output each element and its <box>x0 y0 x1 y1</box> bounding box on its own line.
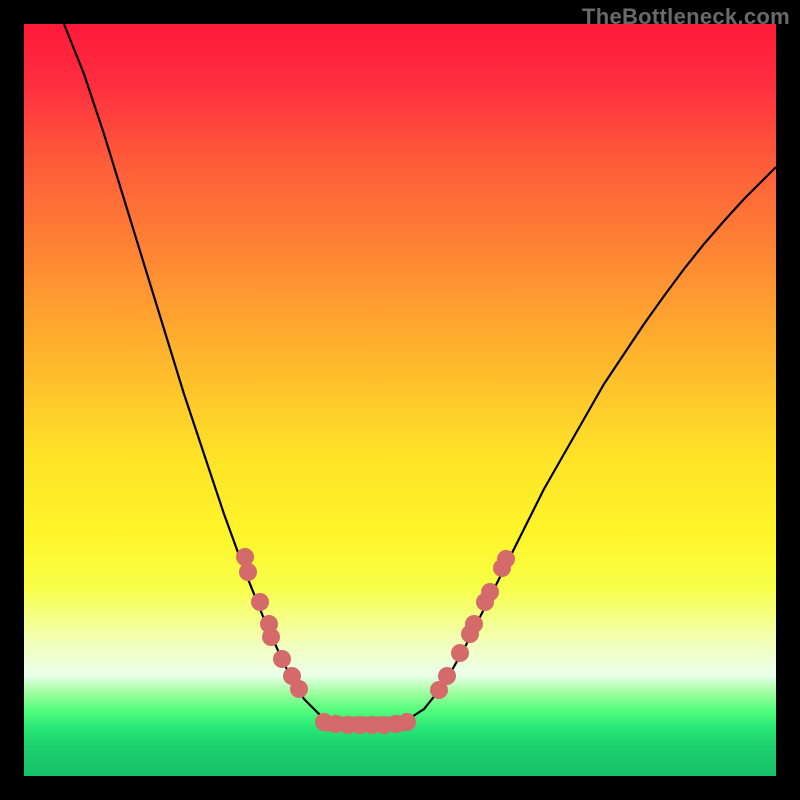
chart-svg <box>24 24 776 776</box>
curve-dot-markers <box>236 548 515 734</box>
watermark-text: TheBottleneck.com <box>582 4 790 30</box>
bottleneck-curve <box>64 24 776 728</box>
curve-dot <box>236 548 254 566</box>
chart-frame <box>24 24 776 776</box>
curve-dot <box>481 583 499 601</box>
curve-dot <box>290 680 308 698</box>
curve-dot <box>251 593 269 611</box>
curve-dot <box>497 550 515 568</box>
curve-dot <box>451 644 469 662</box>
curve-dot <box>438 667 456 685</box>
curve-dot <box>239 563 257 581</box>
curve-dot <box>398 713 416 731</box>
curve-dot <box>465 615 483 633</box>
curve-dot <box>262 628 280 646</box>
curve-dot <box>273 650 291 668</box>
